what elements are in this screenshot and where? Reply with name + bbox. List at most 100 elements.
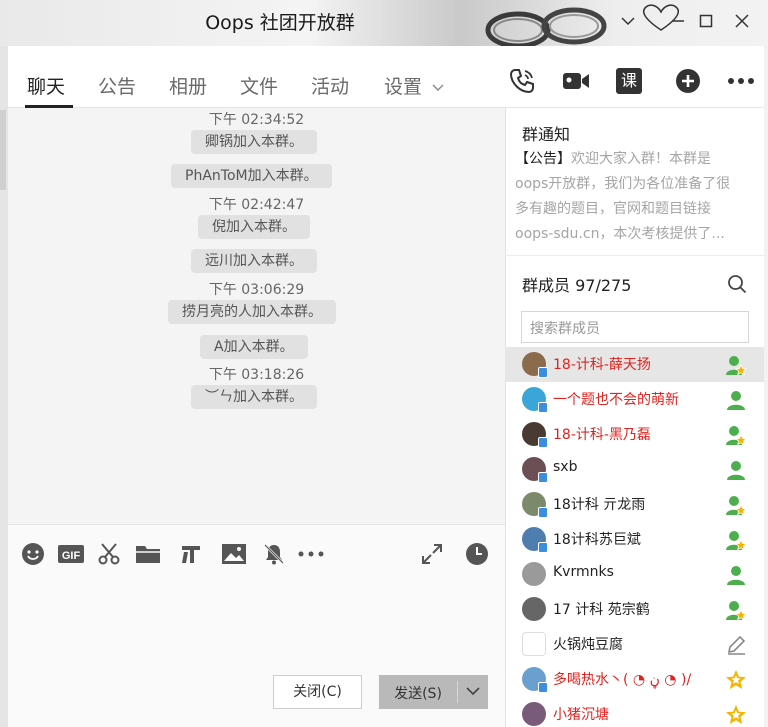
avatar[interactable] (522, 422, 548, 448)
send-button[interactable]: 发送(S) (379, 675, 488, 709)
lesson-label: 课 (616, 68, 642, 94)
system-message: 远川加入本群。 (191, 249, 317, 273)
member-name: sxb (553, 459, 578, 475)
system-message: 卿锅加入本群。 (191, 130, 317, 154)
send-button-label: 发送(S) (394, 686, 442, 702)
avatar[interactable] (522, 527, 548, 553)
member-row[interactable]: 18计科 亓龙雨 (505, 487, 764, 522)
message-timestamp: 下午 02:34:52 (208, 112, 305, 128)
system-message: A加入本群。 (200, 335, 308, 359)
member-row[interactable]: 18计科苏巨斌 (505, 522, 764, 557)
tab-chat[interactable]: 聊天 (27, 72, 65, 99)
tab-album[interactable]: 相册 (169, 72, 207, 99)
gif-icon[interactable]: GIF (58, 541, 84, 567)
system-message: ︶ㄣ加入本群。 (191, 385, 317, 409)
emoji-icon[interactable] (20, 541, 46, 567)
member-row[interactable]: Kvrmnks (505, 557, 764, 592)
rings-decoration (485, 7, 607, 46)
history-clock-icon[interactable] (464, 541, 490, 567)
member-icon (725, 389, 747, 411)
transfer-icon[interactable] (178, 541, 204, 567)
members-label: 群成员 (522, 276, 571, 295)
mobile-online-icon (538, 507, 548, 518)
minimize-icon[interactable] (667, 10, 689, 32)
close-window-icon[interactable] (731, 10, 753, 32)
avatar[interactable] (522, 387, 548, 413)
member-name: 18-计科-薛天扬 (553, 357, 651, 373)
message-timestamp: 下午 03:18:26 (208, 367, 305, 383)
tab-bar: 聊天 公告 相册 文件 活动 设置 课 (8, 46, 764, 108)
admin-star-icon (725, 529, 747, 551)
system-message: 倪加入本群。 (198, 215, 310, 239)
admin-star-icon (725, 599, 747, 621)
member-icon (725, 459, 747, 481)
member-name: 18计科 亓龙雨 (553, 497, 646, 513)
phone-icon[interactable] (507, 66, 537, 96)
maximize-icon[interactable] (695, 10, 717, 32)
send-options-chevron-icon[interactable] (463, 680, 483, 702)
message-list[interactable]: 下午 02:34:52 卿锅加入本群。 PhAnToM加入本群。 下午 02:4… (8, 108, 505, 524)
chevron-down-icon (432, 84, 444, 91)
video-icon[interactable] (561, 66, 591, 96)
members-header: 群成员 97/275 (522, 272, 631, 296)
owner-star-icon (725, 704, 747, 726)
tab-activity[interactable]: 活动 (311, 72, 349, 99)
avatar[interactable] (522, 562, 546, 586)
member-row[interactable]: 17 计科 苑宗鹤 (505, 592, 764, 627)
member-search-input[interactable]: 搜索群成员 (521, 311, 749, 343)
member-row[interactable]: 18-计科-薛天扬 (505, 347, 764, 382)
member-row[interactable]: sxb (505, 452, 764, 487)
close-button[interactable]: 关闭(C) (273, 675, 362, 709)
pencil-icon[interactable] (725, 634, 747, 656)
mobile-online-icon (538, 437, 548, 448)
member-row[interactable]: 多喝热水丶( ◔ ڼ ◔ )/ (505, 662, 764, 697)
member-row[interactable]: 火锅炖豆腐 (505, 627, 764, 662)
admin-star-icon (725, 494, 747, 516)
avatar[interactable] (522, 352, 548, 378)
member-name: 小猪沉塘 (553, 707, 609, 723)
notice-tag: 【公告】 (515, 151, 571, 167)
member-row[interactable]: 一个题也不会的萌新 (505, 382, 764, 417)
avatar[interactable] (522, 702, 546, 726)
avatar[interactable] (522, 492, 548, 518)
message-timestamp: 下午 03:06:29 (208, 282, 305, 298)
member-name: 火锅炖豆腐 (553, 637, 623, 653)
avatar[interactable] (522, 632, 546, 656)
admin-star-icon (725, 354, 747, 376)
admin-star-icon (725, 424, 747, 446)
svg-text:GIF: GIF (62, 550, 81, 562)
member-name: 18-计科-黑乃磊 (553, 427, 651, 443)
mobile-online-icon (538, 402, 548, 413)
more-icon[interactable] (726, 66, 756, 96)
mobile-online-icon (538, 682, 548, 693)
group-notice-body[interactable]: 【公告】欢迎大家入群！本群是oops开放群，我们为各位准备了很多有趣的题目，官网… (515, 147, 743, 247)
owner-star-icon (725, 669, 747, 691)
folder-icon[interactable] (135, 541, 161, 567)
member-row[interactable]: 18-计科-黑乃磊 (505, 417, 764, 452)
image-icon[interactable] (221, 541, 247, 567)
expand-icon[interactable] (419, 541, 445, 567)
title-bar: Oops 社团开放群 (0, 0, 768, 46)
member-name: Kvrmnks (553, 564, 614, 580)
add-icon[interactable] (673, 66, 703, 96)
scissors-icon[interactable] (96, 541, 122, 567)
group-notice-title: 群通知 (522, 125, 571, 144)
lesson-icon[interactable]: 课 (614, 66, 644, 96)
avatar[interactable] (522, 667, 548, 693)
sidebar-separator (505, 255, 764, 256)
more-tools-icon[interactable] (298, 541, 324, 567)
tab-settings-label: 设置 (384, 76, 423, 98)
tab-announcement[interactable]: 公告 (98, 72, 136, 99)
system-message: 捞月亮的人加入本群。 (168, 300, 336, 324)
mute-bell-icon[interactable] (261, 541, 287, 567)
mobile-online-icon (538, 472, 548, 483)
mobile-online-icon (538, 542, 548, 553)
tab-settings[interactable]: 设置 (384, 72, 444, 99)
input-toolbar: GIF (8, 524, 505, 580)
search-icon[interactable] (727, 274, 747, 294)
avatar[interactable] (522, 457, 548, 483)
members-count: 97/275 (575, 276, 632, 295)
avatar[interactable] (522, 597, 546, 621)
member-row[interactable]: 小猪沉塘 (505, 697, 764, 727)
tab-files[interactable]: 文件 (240, 72, 278, 99)
